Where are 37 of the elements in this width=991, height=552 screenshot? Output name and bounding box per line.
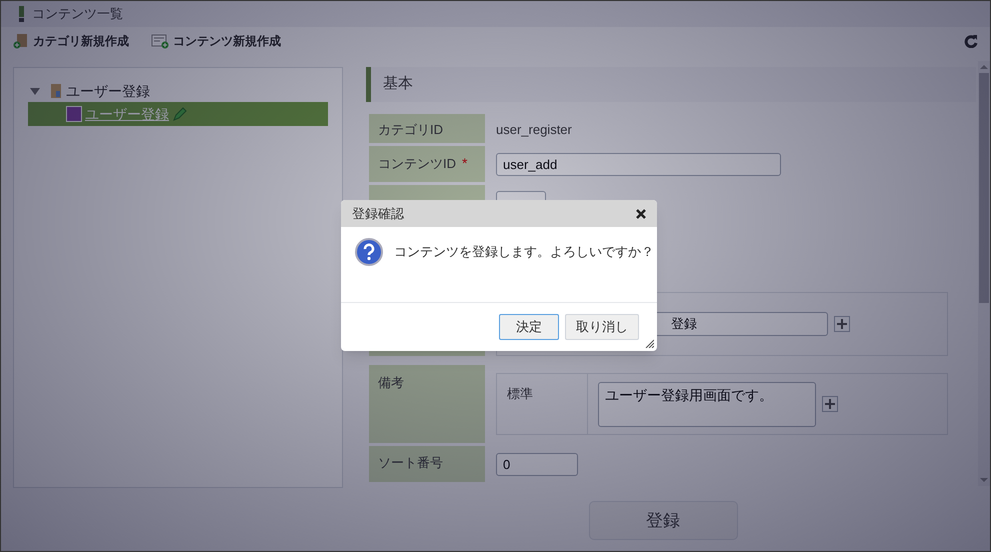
scrollbar-thumb[interactable] (979, 73, 989, 303)
dialog-message: コンテンツを登録します。よろしいですか？ (394, 243, 654, 262)
field-label: コンテンツID * (369, 146, 485, 182)
close-icon[interactable] (636, 208, 646, 218)
document-add-icon (151, 33, 169, 49)
content-type-icon (66, 106, 82, 122)
resize-handle-icon[interactable] (644, 338, 654, 348)
window-title: コンテンツ一覧 (32, 5, 123, 24)
field-label: ソート番号 (369, 446, 485, 482)
text-input[interactable]: 0 (496, 453, 578, 476)
tree-toggle-icon[interactable] (30, 86, 40, 96)
add-button[interactable] (834, 316, 850, 332)
field-label: 備考 (369, 365, 485, 443)
plus-icon (825, 399, 835, 409)
section-header: 基本 (366, 67, 976, 102)
dialog-title: 登録確認 (352, 204, 404, 223)
required-mark: * (462, 155, 468, 171)
field-value: user_register (496, 121, 572, 139)
register-button[interactable]: 登録 (588, 501, 738, 540)
text-input[interactable]: user_add (496, 153, 781, 176)
tree-node-label[interactable]: ユーザー登録 (66, 80, 150, 102)
book-icon (50, 83, 62, 99)
locale-label: 標準 (497, 374, 588, 434)
pencil-icon[interactable] (172, 107, 188, 121)
remarks-textarea[interactable]: ユーザー登録用画面です。 (598, 382, 816, 426)
add-button[interactable] (822, 396, 838, 412)
toolbar-button[interactable]: コンテンツ新規作成 (151, 32, 281, 50)
scrollbar[interactable] (978, 61, 990, 486)
dialog-button[interactable]: 決定 (499, 314, 559, 340)
refresh-icon[interactable] (964, 34, 978, 48)
title-mark-icon (19, 6, 24, 22)
question-icon (355, 238, 383, 266)
dialog-button[interactable]: 取り消し (565, 314, 639, 340)
field-label: カテゴリID (369, 114, 485, 143)
toolbar-button[interactable]: カテゴリ新規作成 (13, 32, 129, 50)
plus-icon (837, 319, 847, 329)
folder-add-icon (13, 33, 29, 49)
